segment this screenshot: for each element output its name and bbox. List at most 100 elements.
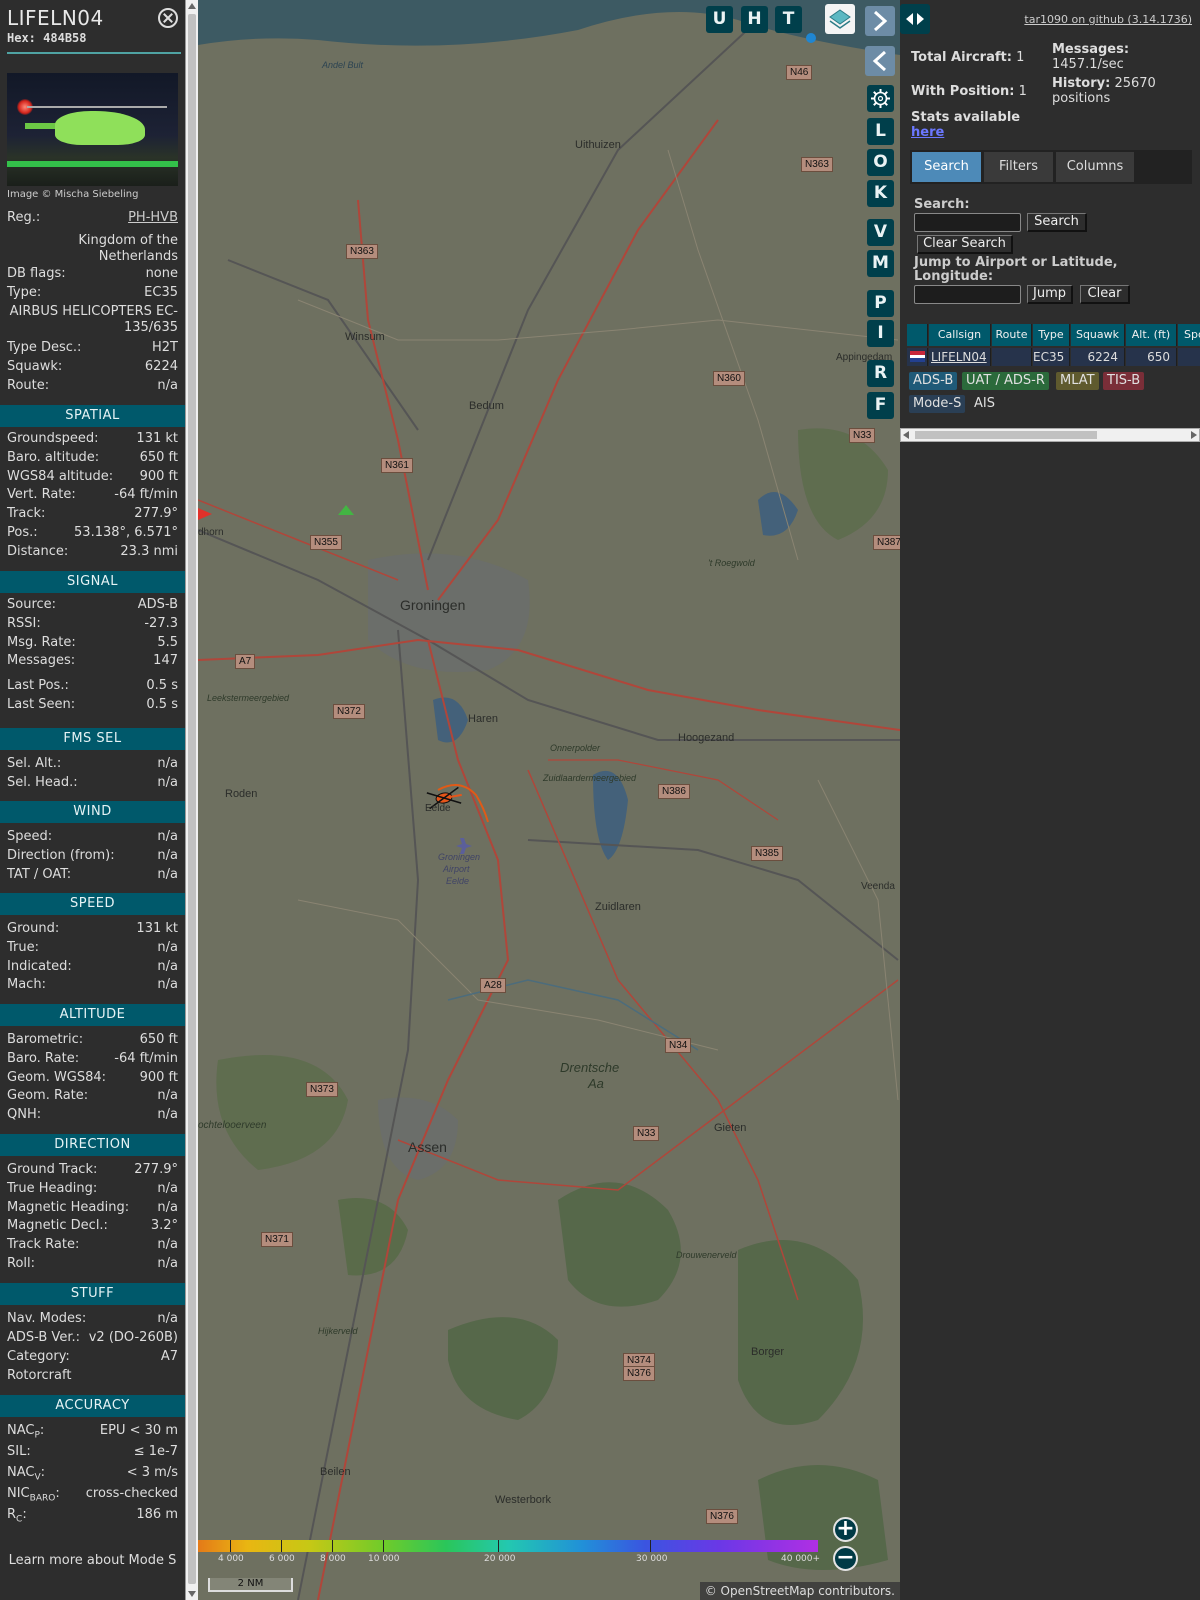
info-row: Vert. Rate: -64 ft/min [7, 487, 178, 505]
road-shield: N363 [346, 244, 378, 259]
info-row-value: n/a [157, 958, 178, 974]
table-header-altitude[interactable]: Alt. (ft) [1126, 324, 1177, 346]
info-panel-scrollbar[interactable] [185, 0, 198, 1600]
info-row-label: Nav. Modes: [7, 1311, 87, 1326]
toggle-r-button[interactable]: R [867, 360, 894, 387]
aircraft-info-panel: LIFELN04 Hex: 484B58 Image © Mischa Sieb… [0, 0, 185, 1600]
scrollbar-thumb[interactable] [188, 14, 196, 1584]
info-row-value: n/a [157, 1311, 178, 1326]
scroll-up-arrow-icon[interactable] [188, 3, 196, 9]
close-info-button[interactable] [158, 8, 178, 28]
jump-input[interactable] [914, 285, 1021, 304]
country: Kingdom of the Netherlands [78, 233, 178, 264]
info-row: TAT / OAT: n/a [7, 867, 178, 885]
info-row-label: TAT / OAT: [7, 866, 72, 882]
table-header-callsign[interactable]: Callsign [929, 324, 991, 346]
info-row: Geom. Rate: n/a [7, 1088, 178, 1106]
search-input[interactable] [914, 213, 1021, 232]
info-row: Sel. Alt.: n/a [7, 756, 178, 774]
settings-button[interactable] [867, 85, 894, 112]
toggle-h-button[interactable]: H [741, 6, 768, 33]
zoom-in-button[interactable]: + [833, 1517, 858, 1542]
tab-columns[interactable]: Columns [1056, 152, 1134, 182]
info-row: Distance: 23.3 nmi [7, 544, 178, 562]
clear-search-button[interactable]: Clear Search [917, 235, 1013, 254]
toggle-o-button[interactable]: O [867, 149, 894, 176]
info-row: True Heading: n/a [7, 1181, 178, 1199]
toggle-u-button[interactable]: U [706, 6, 733, 33]
other-aircraft-icon[interactable] [338, 505, 354, 515]
aircraft-photo[interactable] [7, 73, 178, 186]
table-cell-callsign[interactable]: LIFELN04 [929, 348, 991, 366]
info-row-label: Track: [7, 506, 46, 522]
scrollbar-thumb[interactable] [915, 431, 1097, 439]
map-canvas[interactable] [198, 0, 900, 1600]
clear-jump-button[interactable]: Clear [1080, 285, 1130, 304]
receiver-marker-icon [806, 33, 816, 43]
toggle-m-button[interactable]: M [867, 250, 894, 277]
info-row: RSSI: -27.3 [7, 616, 178, 634]
toggle-v-button[interactable]: V [867, 219, 894, 246]
toggle-p-button[interactable]: P [867, 290, 894, 317]
info-row-label: Ground: [7, 921, 60, 936]
previous-aircraft-button[interactable] [865, 46, 895, 76]
scroll-down-arrow-icon[interactable] [188, 1591, 196, 1597]
toggle-k-button[interactable]: K [867, 180, 894, 207]
road-shield: N363 [801, 157, 833, 172]
tab-search[interactable]: Search [912, 152, 981, 182]
info-row-value: n/a [157, 1180, 178, 1196]
road-shield: A28 [480, 978, 506, 993]
table-header-type[interactable]: Type [1033, 324, 1070, 346]
toggle-t-button[interactable]: T [775, 6, 802, 33]
map-label-area: Leekstermeergebied [207, 693, 290, 703]
toggle-f-button[interactable]: F [867, 392, 894, 419]
info-row-dbflags: DB flags: none [7, 266, 178, 281]
info-row: Pos.: 53.138°, 6.571° [7, 525, 178, 543]
info-row-value: ≤ 1e-7 [133, 1444, 178, 1459]
map-label-town: Eelde [425, 803, 451, 814]
offscreen-aircraft-icon[interactable] [198, 508, 212, 520]
info-row-label: Sel. Head.: [7, 774, 78, 790]
total-aircraft-stat: Total Aircraft: 1 [911, 50, 1025, 65]
aircraft-table: Callsign Route Type Squawk Alt. (ft) Spd… [907, 324, 1200, 368]
info-row-label: Direction (from): [7, 847, 115, 863]
info-row-label: Pos.: [7, 525, 38, 540]
info-row-label: True: [7, 939, 39, 955]
info-row: RC: 186 m [7, 1507, 178, 1525]
map-attribution[interactable]: © OpenStreetMap contributors. [699, 1582, 900, 1600]
registration-link[interactable]: PH-HVB [128, 210, 178, 225]
scroll-right-arrow-icon[interactable] [1191, 431, 1197, 439]
jump-button[interactable]: Jump [1027, 285, 1073, 304]
table-header-route[interactable]: Route [992, 324, 1032, 346]
source-badge: TIS-B [1103, 372, 1145, 390]
info-row-value: n/a [157, 1256, 178, 1271]
toggle-l-button[interactable]: L [867, 118, 894, 145]
github-link[interactable]: tar1090 on github (3.14.1736) [1024, 13, 1192, 26]
sidebar-tabs: Search Filters Columns [910, 150, 1192, 184]
layers-button[interactable] [825, 4, 855, 34]
info-row: Sel. Head.: n/a [7, 775, 178, 793]
scroll-left-arrow-icon[interactable] [903, 431, 909, 439]
table-horizontal-scrollbar[interactable] [900, 428, 1200, 442]
road-shield: N46 [786, 65, 813, 80]
tab-filters[interactable]: Filters [984, 152, 1053, 182]
road-shield: N372 [333, 704, 365, 719]
table-header-squawk[interactable]: Squawk [1071, 324, 1125, 346]
table-header-speed[interactable]: Spd [1178, 324, 1200, 346]
type-full-name: AIRBUS HELICOPTERS EC- 135/635 [9, 304, 178, 335]
map-view[interactable]: Groningen Assen Haren Hoogezand Zuidlare… [198, 0, 900, 1600]
toggle-i-button[interactable]: I [867, 320, 894, 347]
info-row-label: Baro. altitude: [7, 449, 100, 465]
source-badge: Mode-S [909, 395, 966, 413]
map-label-town: Beilen [320, 1466, 351, 1478]
expand-sidebar-button[interactable] [900, 4, 930, 34]
info-row: Last Seen: 0.5 s [7, 697, 178, 715]
zoom-out-button[interactable]: − [833, 1546, 858, 1571]
search-button[interactable]: Search [1027, 213, 1087, 232]
info-row-label: Vert. Rate: [7, 487, 76, 503]
info-row-label: QNH: [7, 1107, 42, 1123]
map-label-town: Veenda [861, 881, 895, 892]
info-row: Last Pos.: 0.5 s [7, 678, 178, 696]
next-aircraft-button[interactable] [865, 6, 895, 36]
stats-link[interactable]: here [911, 125, 944, 140]
